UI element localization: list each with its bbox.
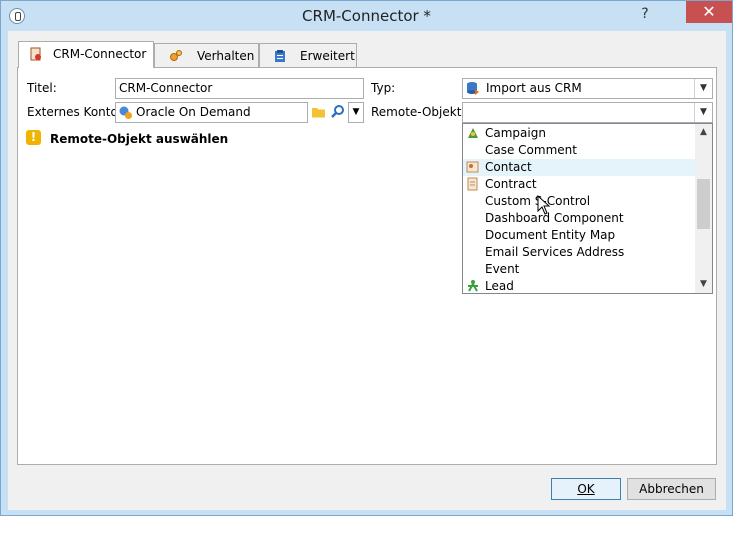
titel-input[interactable]: CRM-Connector: [115, 78, 364, 99]
ok-button-label: OK: [577, 482, 595, 496]
list-item-label: Event: [485, 262, 520, 276]
list-item-document-entity-map[interactable]: Document Entity Map: [463, 227, 696, 244]
tab-label: Erweitert: [300, 49, 355, 63]
dialog-window: CRM-Connector * ? ✕ CRM-Connector Verhal…: [0, 0, 733, 516]
gears-icon: [170, 50, 182, 61]
warning-icon: !: [26, 130, 41, 145]
chevron-up-icon[interactable]: ▲: [695, 124, 712, 141]
mouse-cursor-icon: [537, 195, 551, 215]
list-item-label: Campaign: [485, 126, 546, 140]
tab-crm-connector[interactable]: CRM-Connector: [18, 41, 154, 68]
list-item-lead[interactable]: Lead: [463, 278, 696, 295]
konto-dropdown-button[interactable]: ▼: [348, 102, 364, 123]
search-icon[interactable]: [331, 104, 346, 119]
warning-message: Remote-Objekt auswählen: [50, 132, 229, 146]
database-icon: [467, 82, 479, 95]
remote-objekt-label: Remote-Objekt:: [371, 105, 466, 119]
titel-label: Titel:: [27, 81, 57, 95]
list-item-case-comment[interactable]: Case Comment: [463, 142, 696, 159]
list-item-email-services-address[interactable]: Email Services Address: [463, 244, 696, 261]
contact-icon: [466, 161, 479, 173]
list-item-label: Case Comment: [485, 143, 577, 157]
remote-objekt-dropdown-list[interactable]: Campaign Case Comment Contact Contract C…: [462, 123, 713, 294]
remote-objekt-combobox[interactable]: ▼: [462, 102, 713, 123]
lead-icon: [468, 280, 478, 292]
list-item-label: Contact: [485, 160, 532, 174]
externes-konto-label: Externes Konto:: [27, 105, 122, 119]
chevron-down-icon[interactable]: ▼: [694, 103, 712, 122]
list-item-contract[interactable]: Contract: [463, 176, 696, 193]
dropdown-scrollbar[interactable]: ▲ ▼: [695, 124, 712, 293]
contract-icon: [467, 177, 478, 191]
chevron-down-icon[interactable]: ▼: [695, 276, 712, 293]
list-item-dashboard-component[interactable]: Dashboard Component: [463, 210, 696, 227]
list-item-custom-s-control[interactable]: Custom S-Control: [463, 193, 696, 210]
list-item-contact[interactable]: Contact: [463, 159, 696, 176]
window-title: CRM-Connector *: [302, 7, 431, 25]
title-bar[interactable]: CRM-Connector * ? ✕: [1, 1, 732, 31]
folder-icon[interactable]: [311, 105, 326, 119]
list-item-label: Document Entity Map: [485, 228, 616, 242]
list-item-label: Contract: [485, 177, 537, 191]
tab-panel: Titel: CRM-Connector Typ: Import aus CRM…: [17, 67, 717, 465]
list-item-label: Lead: [485, 279, 514, 293]
ok-button[interactable]: OK: [551, 478, 621, 500]
tab-verhalten[interactable]: Verhalten: [154, 43, 259, 67]
scrollbar-thumb[interactable]: [697, 179, 710, 229]
clipboard-icon: [275, 50, 285, 62]
list-item-event[interactable]: Event: [463, 261, 696, 278]
typ-value: Import aus CRM: [486, 81, 582, 95]
help-button[interactable]: ?: [632, 4, 658, 24]
list-item-label: Dashboard Component: [485, 211, 624, 225]
campaign-icon: [468, 128, 478, 138]
tab-label: Verhalten: [197, 49, 255, 63]
tab-label: CRM-Connector: [53, 47, 147, 61]
typ-label: Typ:: [371, 81, 396, 95]
list-item-campaign[interactable]: Campaign: [463, 125, 696, 142]
chevron-down-icon[interactable]: ▼: [694, 79, 712, 98]
cancel-button[interactable]: Abbrechen: [627, 478, 716, 500]
tab-erweitert[interactable]: Erweitert: [259, 43, 357, 67]
close-button[interactable]: ✕: [686, 1, 732, 23]
list-item-label: Email Services Address: [485, 245, 625, 259]
externes-konto-value: Oracle On Demand: [136, 105, 251, 119]
account-icon: [119, 106, 132, 119]
externes-konto-input[interactable]: Oracle On Demand: [115, 102, 308, 123]
typ-combobox[interactable]: Import aus CRM ▼: [462, 78, 713, 99]
dialog-client: CRM-Connector Verhalten Erweitert Titel:…: [8, 31, 726, 510]
crm-connector-icon: [30, 47, 41, 61]
